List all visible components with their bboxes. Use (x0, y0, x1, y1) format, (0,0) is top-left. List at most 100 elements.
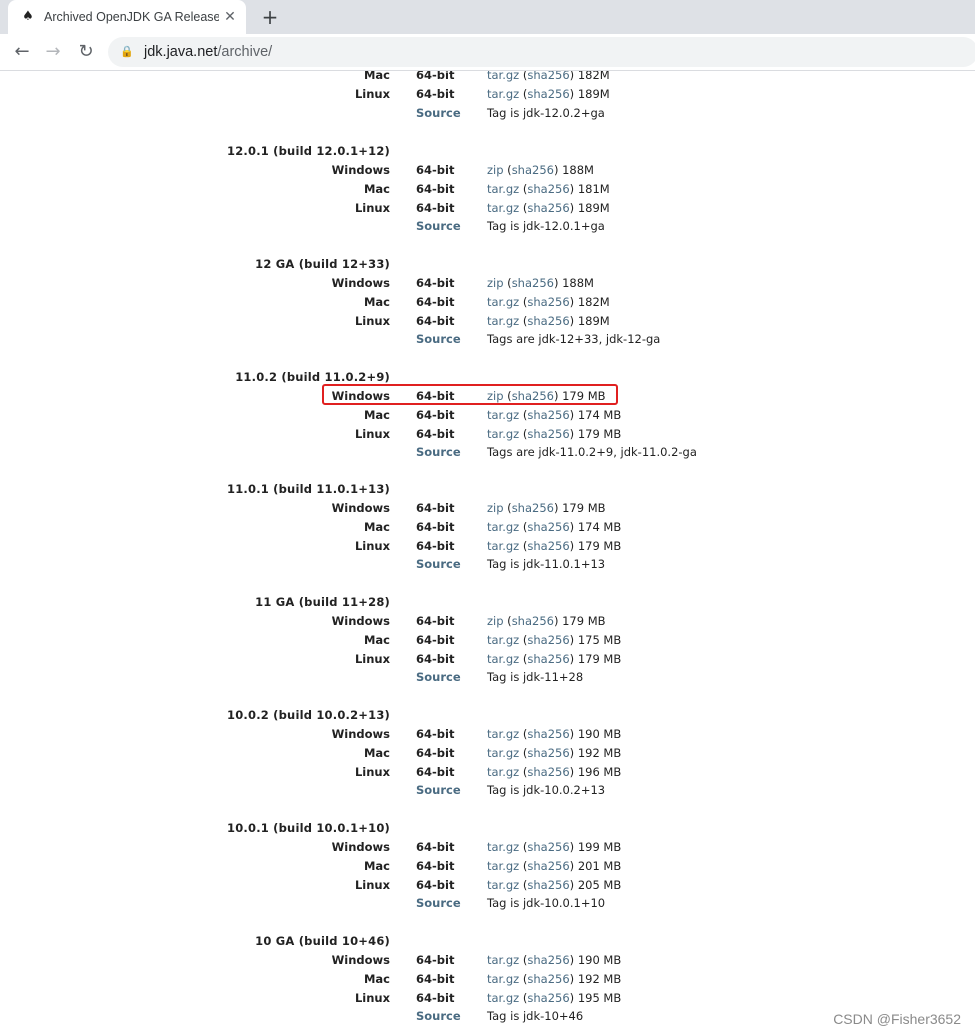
download-entry: zip (sha256) 179 MB (487, 501, 606, 515)
os-label: Windows (331, 727, 390, 741)
source-link[interactable]: Source (416, 219, 461, 233)
duke-favicon-icon: ♠ (22, 9, 34, 24)
sha256-link[interactable]: sha256 (512, 389, 554, 403)
source-tag: Tag is jdk-10+46 (487, 1009, 584, 1023)
sha256-link[interactable]: sha256 (527, 859, 569, 873)
download-link[interactable]: tar.gz (487, 765, 519, 779)
download-link[interactable]: tar.gz (487, 652, 519, 666)
download-entry: zip (sha256) 179 MB (487, 614, 606, 628)
sha256-link[interactable]: sha256 (512, 501, 554, 515)
download-entry: tar.gz (sha256) 199 MB (487, 840, 621, 854)
download-link[interactable]: tar.gz (487, 182, 519, 196)
sha256-link[interactable]: sha256 (527, 314, 569, 328)
sha256-link[interactable]: sha256 (512, 163, 554, 177)
download-link[interactable]: tar.gz (487, 840, 519, 854)
sha256-link[interactable]: sha256 (527, 633, 569, 647)
arch-label: 64-bit (416, 501, 455, 515)
new-tab-icon[interactable]: + (258, 5, 282, 29)
download-link[interactable]: tar.gz (487, 539, 519, 553)
sha256-link[interactable]: sha256 (527, 520, 569, 534)
sha256-link[interactable]: sha256 (512, 276, 554, 290)
close-tab-icon[interactable]: ✕ (222, 9, 238, 25)
download-link[interactable]: zip (487, 276, 504, 290)
source-link[interactable]: Source (416, 332, 461, 346)
file-size: ) 175 MB (569, 633, 622, 647)
download-link[interactable]: tar.gz (487, 991, 519, 1005)
os-label: Windows (331, 163, 390, 177)
source-tag: Tags are jdk-12+33, jdk-12-ga (487, 332, 661, 346)
browser-tab-bar: ♠ Archived OpenJDK GA Release ✕ + (0, 0, 975, 34)
source-link[interactable]: Source (416, 445, 461, 459)
download-entry: tar.gz (sha256) 182M (487, 71, 610, 82)
download-link[interactable]: tar.gz (487, 71, 519, 82)
source-link[interactable]: Source (416, 1009, 461, 1023)
file-size: ) 196 MB (569, 765, 622, 779)
download-link[interactable]: tar.gz (487, 633, 519, 647)
os-label: Mac (363, 295, 390, 309)
sha256-link[interactable]: sha256 (527, 201, 569, 215)
download-link[interactable]: tar.gz (487, 427, 519, 441)
source-link[interactable]: Source (416, 783, 461, 797)
os-label: Linux (354, 427, 390, 441)
file-size: ) 174 MB (569, 520, 622, 534)
source-tag: Tag is jdk-12.0.2+ga (487, 106, 605, 120)
download-link[interactable]: tar.gz (487, 201, 519, 215)
source-link[interactable]: Source (416, 106, 461, 120)
download-link[interactable]: zip (487, 501, 504, 515)
os-label: Linux (354, 765, 390, 779)
download-link[interactable]: zip (487, 389, 504, 403)
download-link[interactable]: tar.gz (487, 953, 519, 967)
download-link[interactable]: zip (487, 614, 504, 628)
sha256-link[interactable]: sha256 (527, 182, 569, 196)
source-tag: Tag is jdk-10.0.1+10 (487, 896, 606, 910)
file-size: ) 205 MB (569, 878, 622, 892)
source-link[interactable]: Source (416, 896, 461, 910)
sha256-link[interactable]: sha256 (527, 727, 569, 741)
browser-tab[interactable]: ♠ Archived OpenJDK GA Release ✕ (8, 0, 246, 34)
url-text[interactable]: jdk.java.net/archive/ (144, 44, 272, 60)
download-link[interactable]: tar.gz (487, 520, 519, 534)
download-link[interactable]: tar.gz (487, 859, 519, 873)
download-entry: tar.gz (sha256) 175 MB (487, 633, 621, 647)
sha256-link[interactable]: sha256 (527, 991, 569, 1005)
source-link[interactable]: Source (416, 670, 461, 684)
sha256-link[interactable]: sha256 (512, 614, 554, 628)
download-link[interactable]: tar.gz (487, 972, 519, 986)
forward-arrow-icon[interactable]: → (41, 40, 65, 64)
sha256-link[interactable]: sha256 (527, 746, 569, 760)
sha256-link[interactable]: sha256 (527, 652, 569, 666)
sha256-link[interactable]: sha256 (527, 972, 569, 986)
download-link[interactable]: tar.gz (487, 295, 519, 309)
source-link[interactable]: Source (416, 557, 461, 571)
sha256-link[interactable]: sha256 (527, 427, 569, 441)
os-label: Windows (331, 953, 390, 967)
download-link[interactable]: tar.gz (487, 314, 519, 328)
file-size: ) 189M (569, 314, 610, 328)
sha256-link[interactable]: sha256 (527, 87, 569, 101)
file-size: ) 199 MB (569, 840, 622, 854)
sha256-link[interactable]: sha256 (527, 71, 569, 82)
sha256-link[interactable]: sha256 (527, 765, 569, 779)
os-label: Linux (354, 87, 390, 101)
file-size: ) 192 MB (569, 746, 622, 760)
sha256-link[interactable]: sha256 (527, 840, 569, 854)
download-link[interactable]: tar.gz (487, 408, 519, 422)
arch-label: 64-bit (416, 163, 455, 177)
download-link[interactable]: zip (487, 163, 504, 177)
back-arrow-icon[interactable]: ← (10, 40, 34, 64)
sha256-link[interactable]: sha256 (527, 295, 569, 309)
browser-toolbar: ← → ↻ 🔒 jdk.java.net/archive/ (0, 34, 975, 71)
download-link[interactable]: tar.gz (487, 878, 519, 892)
address-bar[interactable]: 🔒 jdk.java.net/archive/ (108, 37, 975, 67)
source-tag: Tag is jdk-11.0.1+13 (487, 557, 606, 571)
arch-label: 64-bit (416, 520, 455, 534)
reload-icon[interactable]: ↻ (74, 40, 98, 64)
sha256-link[interactable]: sha256 (527, 408, 569, 422)
download-link[interactable]: tar.gz (487, 746, 519, 760)
sha256-link[interactable]: sha256 (527, 878, 569, 892)
sha256-link[interactable]: sha256 (527, 953, 569, 967)
sha256-link[interactable]: sha256 (527, 539, 569, 553)
download-link[interactable]: tar.gz (487, 727, 519, 741)
download-link[interactable]: tar.gz (487, 87, 519, 101)
file-size: ) 192 MB (569, 972, 622, 986)
